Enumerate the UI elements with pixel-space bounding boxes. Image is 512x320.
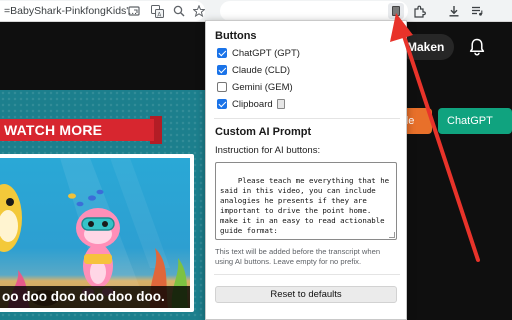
chatgpt-checkbox[interactable] [217, 48, 227, 58]
option-clipboard[interactable]: Clipboard [217, 97, 285, 111]
instruction-label: Instruction for AI buttons: [215, 145, 321, 156]
clipboard-checkbox[interactable] [217, 99, 227, 109]
option-gemini[interactable]: Gemini (GEM) [217, 80, 293, 94]
buttons-section-title: Buttons [215, 30, 257, 42]
clipboard-icon [276, 99, 285, 109]
resize-handle[interactable] [389, 232, 395, 238]
video-caption: oo doo doo doo doo doo. [0, 286, 190, 308]
join-button[interactable]: Maken [400, 34, 454, 60]
reset-defaults-button[interactable]: Reset to defaults [215, 286, 397, 303]
zoom-icon[interactable] [171, 3, 187, 19]
address-bar-right[interactable] [220, 1, 408, 21]
prompt-help-text: This text will be added before the trans… [215, 247, 381, 266]
claude-option-label: Claude (CLD) [232, 64, 291, 76]
extensions-puzzle-icon[interactable] [411, 3, 427, 19]
bookmark-star-icon[interactable] [191, 3, 207, 19]
prompt-textarea[interactable]: Please teach me everything that he said … [215, 162, 397, 240]
translate-icon[interactable]: A [149, 3, 165, 19]
video-player[interactable]: WATCH MORE oo doo doo doo doo doo. [0, 90, 212, 320]
prompt-section-title: Custom AI Prompt [215, 126, 312, 138]
section-divider [214, 274, 400, 275]
chatgpt-summary-button[interactable]: ChatGPT [438, 108, 512, 134]
gemini-option-label: Gemini (GEM) [232, 81, 293, 93]
extension-icon[interactable] [388, 3, 404, 19]
address-bar-text: =BabyShark-PinkfongKids'... [4, 5, 138, 17]
section-divider [214, 118, 400, 119]
gemini-checkbox[interactable] [217, 82, 227, 92]
open-in-app-icon[interactable] [126, 3, 142, 19]
notifications-bell-icon[interactable] [466, 36, 488, 58]
download-icon[interactable] [446, 3, 462, 19]
claude-checkbox[interactable] [217, 65, 227, 75]
watch-more-banner[interactable]: WATCH MORE [0, 119, 154, 141]
option-chatgpt[interactable]: ChatGPT (GPT) [217, 46, 300, 60]
prompt-text: Please teach me everything that he said … [220, 176, 394, 235]
browser-toolbar: =BabyShark-PinkfongKids'... A [0, 0, 512, 22]
clipboard-option-label: Clipboard [232, 98, 273, 110]
extension-popup: Buttons ChatGPT (GPT) Claude (CLD) Gemin… [205, 20, 407, 320]
option-claude[interactable]: Claude (CLD) [217, 63, 290, 77]
extension-badge [392, 6, 400, 16]
chatgpt-option-label: ChatGPT (GPT) [232, 47, 300, 59]
media-queue-icon[interactable] [469, 3, 485, 19]
